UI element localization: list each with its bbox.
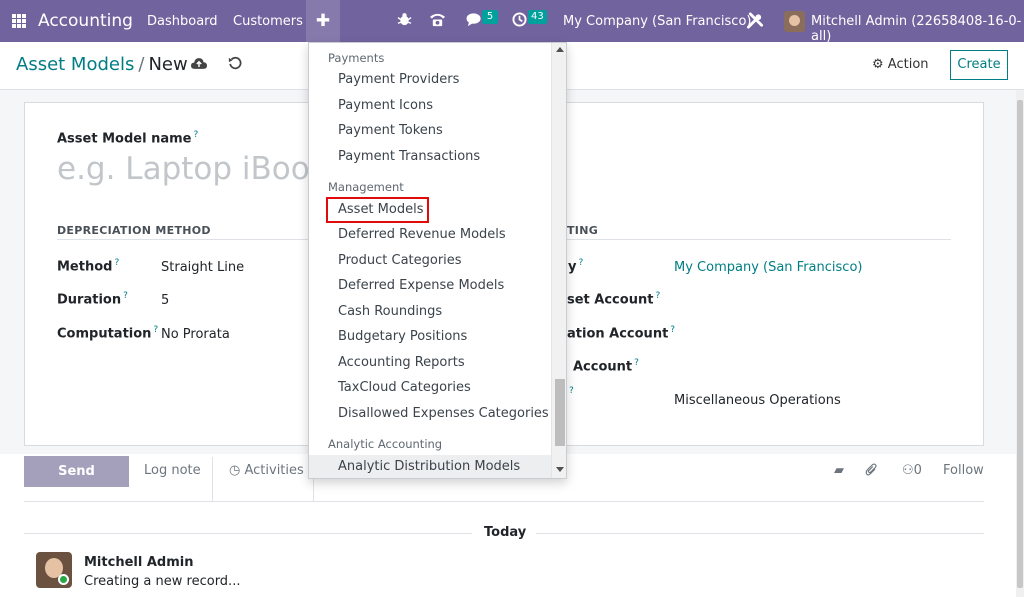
page-scrollbar-thumb[interactable] [1017, 100, 1023, 588]
company-switcher[interactable]: My Company (San Francisco) [563, 14, 751, 29]
follow-button[interactable]: Follow [943, 463, 984, 478]
send-message-button[interactable]: Send message [24, 456, 129, 510]
app-brand[interactable]: Accounting [38, 11, 133, 31]
dropdown-scrollbar-thumb[interactable] [555, 379, 565, 446]
bug-icon[interactable] [397, 12, 412, 31]
paperclip-icon[interactable] [865, 463, 878, 481]
depreciation-section-title: DEPRECIATION METHOD [57, 224, 211, 237]
menu-item-deferred-expense-models[interactable]: Deferred Expense Models [309, 274, 551, 298]
activities-button[interactable]: ◷ Activities [229, 463, 304, 478]
scroll-down-icon[interactable] [556, 467, 564, 472]
message-body: Creating a new record... [84, 574, 241, 589]
discard-undo-icon[interactable] [228, 55, 242, 74]
messages-icon[interactable]: 5 [466, 10, 498, 31]
menu-dashboard[interactable]: Dashboard [147, 14, 218, 29]
company-field[interactable]: My Company (San Francisco) [674, 260, 862, 275]
gear-icon: ⚙ [872, 57, 884, 72]
online-status-icon [58, 574, 69, 585]
messages-count-badge: 5 [482, 10, 498, 24]
menu-item-analytic-distribution-models[interactable]: Analytic Distribution Models [309, 455, 551, 478]
asset-model-name-input[interactable]: e.g. Laptop iBook [57, 151, 328, 187]
duration-label: Duration? [57, 291, 128, 308]
plus-menu-button[interactable]: ✚ [306, 0, 340, 42]
save-cloud-icon[interactable] [191, 56, 207, 74]
activities-count-badge: 43 [528, 10, 547, 24]
menu-item-payment-icons[interactable]: Payment Icons [309, 94, 551, 118]
create-button[interactable]: Create [950, 50, 1008, 80]
selection-highlight-box [326, 197, 429, 223]
help-tooltip-icon[interactable]: ? [193, 130, 198, 140]
breadcrumb-separator: / [138, 54, 145, 75]
action-label: Action [887, 57, 929, 72]
action-menu-button[interactable]: ⚙ Action [872, 57, 929, 72]
breadcrumb-current: New [148, 54, 188, 75]
clock-icon: ◷ [229, 463, 241, 478]
asset-model-name-label: Asset Model name? [57, 130, 199, 147]
journal-field[interactable]: Miscellaneous Operations [674, 393, 841, 408]
menu-item-disallowed-expenses-categories[interactable]: Disallowed Expenses Categories [309, 402, 551, 426]
expense-account-label: Account? [573, 358, 639, 375]
plus-dropdown-menu: Payments Payment Providers Payment Icons… [308, 42, 567, 479]
page-scrollbar[interactable] [1016, 90, 1024, 597]
menu-item-payment-providers[interactable]: Payment Providers [309, 68, 551, 92]
scroll-up-icon[interactable] [556, 47, 564, 52]
method-field[interactable]: Straight Line [161, 260, 244, 275]
dropdown-section-header: Analytic Accounting [328, 437, 443, 451]
section-divider [57, 239, 313, 240]
menu-item-taxcloud-categories[interactable]: TaxCloud Categories [309, 376, 551, 400]
accounting-section-title: TING [567, 224, 599, 237]
date-separator: Today [484, 525, 527, 540]
chatter-divider [24, 501, 984, 502]
computation-field[interactable]: No Prorata [161, 327, 230, 342]
duration-field[interactable]: 5 [161, 293, 169, 308]
followers-button[interactable]: ⚇0 [902, 463, 922, 478]
menu-item-accounting-reports[interactable]: Accounting Reports [309, 351, 551, 375]
asset-account-label: set Account? [567, 291, 661, 308]
method-label: Method? [57, 258, 120, 275]
menu-item-cash-roundings[interactable]: Cash Roundings [309, 300, 551, 324]
top-navbar: Accounting Dashboard Customers ✚ 5 43 My… [0, 0, 1024, 44]
company-label: y? [568, 258, 584, 275]
dropdown-scrollbar[interactable] [551, 43, 566, 478]
menu-item-product-categories[interactable]: Product Categories [309, 249, 551, 273]
section-divider [565, 239, 951, 240]
phone-icon[interactable] [429, 12, 446, 31]
dropdown-section-header: Payments [328, 51, 385, 65]
message-author[interactable]: Mitchell Admin [84, 555, 193, 570]
apps-grid-icon[interactable] [12, 14, 26, 28]
menu-item-budgetary-positions[interactable]: Budgetary Positions [309, 325, 551, 349]
breadcrumb: Asset Models / New [16, 54, 188, 75]
menu-item-payment-tokens[interactable]: Payment Tokens [309, 119, 551, 143]
followers-count: 0 [913, 463, 922, 478]
computation-label: Computation? [57, 325, 159, 342]
book-icon[interactable]: ▰ [834, 463, 844, 478]
depreciation-account-label: ation Account? [567, 325, 676, 342]
dropdown-section-header: Management [328, 180, 404, 194]
user-avatar[interactable] [784, 11, 805, 32]
date-divider [536, 533, 984, 534]
menu-item-payment-transactions[interactable]: Payment Transactions [309, 145, 551, 169]
journal-label: ? [569, 386, 574, 396]
user-menu[interactable]: Mitchell Admin (22658408-16-0-all) [811, 14, 1024, 44]
menu-item-deferred-revenue-models[interactable]: Deferred Revenue Models [309, 223, 551, 247]
log-note-button[interactable]: Log note [144, 463, 201, 478]
tools-icon[interactable] [746, 12, 764, 33]
activities-clock-icon[interactable]: 43 [512, 10, 547, 31]
breadcrumb-parent[interactable]: Asset Models [16, 54, 134, 75]
menu-customers[interactable]: Customers [233, 14, 303, 29]
date-divider [24, 533, 472, 534]
tab-divider [212, 457, 213, 502]
user-icon: ⚇ [902, 463, 914, 478]
